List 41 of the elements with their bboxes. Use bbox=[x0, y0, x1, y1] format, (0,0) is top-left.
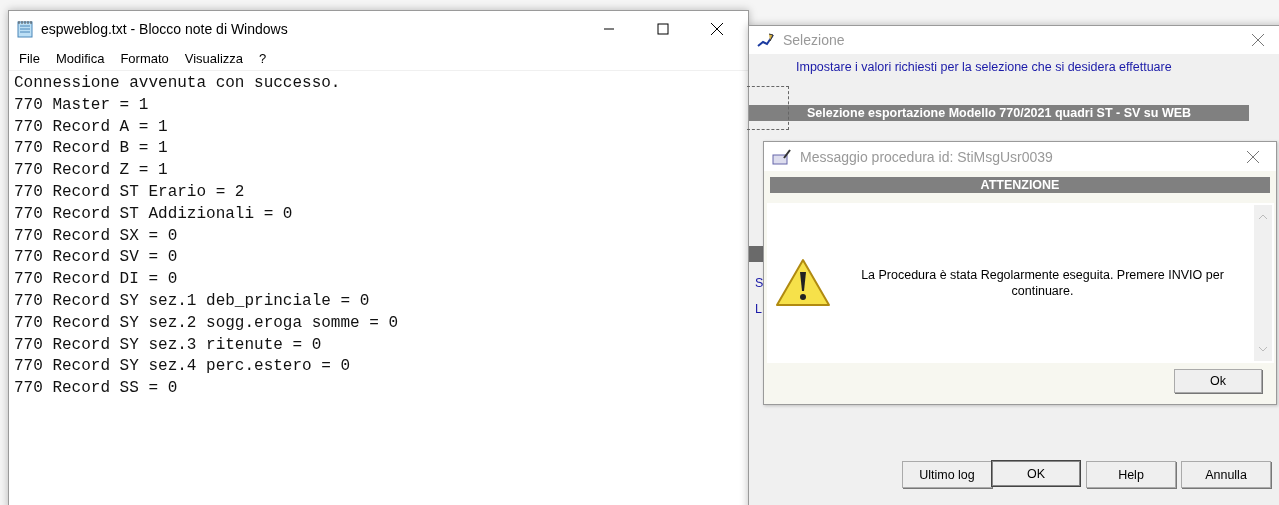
text-line: 770 Record Z = 1 bbox=[14, 160, 169, 182]
dialog-button[interactable]: OK bbox=[991, 460, 1081, 487]
scrollbar[interactable] bbox=[1254, 205, 1272, 361]
text-line: 770 Record B = 1 bbox=[14, 138, 169, 160]
text-line: 770 Master = 1 bbox=[14, 94, 150, 116]
dialog-button[interactable]: Ultimo log bbox=[902, 461, 992, 488]
window-title: Messaggio procedura id: StiMsgUsr0039 bbox=[800, 148, 1054, 165]
text-line: 770 Record SY sez.2 sogg.eroga somme = 0 bbox=[14, 312, 400, 334]
maximize-icon bbox=[657, 23, 669, 35]
close-icon[interactable] bbox=[1251, 33, 1265, 47]
text-line: 770 Record ST Addizionali = 0 bbox=[14, 203, 294, 225]
menu-item[interactable]: File bbox=[11, 51, 48, 66]
link-text[interactable]: S bbox=[755, 276, 764, 290]
window-title: Selezione bbox=[783, 32, 846, 48]
dialog-button[interactable]: Annulla bbox=[1181, 461, 1271, 488]
text-line: 770 Record SX = 0 bbox=[14, 225, 179, 247]
text-line: 770 Record ST Erario = 2 bbox=[14, 182, 246, 203]
close-icon bbox=[710, 22, 724, 36]
text-line: 770 Record SS = 0 bbox=[14, 378, 179, 400]
window-title: espweblog.txt - Blocco note di Windows bbox=[41, 21, 289, 37]
menu-item[interactable]: Visualizza bbox=[176, 51, 252, 66]
warning-icon bbox=[775, 258, 831, 308]
alert-header: ATTENZIONE bbox=[770, 177, 1270, 193]
dialog-button[interactable]: Help bbox=[1086, 461, 1176, 488]
close-icon[interactable] bbox=[1246, 149, 1260, 164]
menu-item[interactable]: Formato bbox=[112, 51, 177, 66]
text-line: 770 Record SV = 0 bbox=[14, 247, 179, 269]
menu-item[interactable]: Modifica bbox=[47, 51, 113, 66]
message-text: La Procedura è stata Regolarmente eseguita. Premere INVIO per continuare. bbox=[860, 267, 1225, 299]
text-line: 770 Record SY sez.3 ritenute = 0 bbox=[14, 334, 323, 356]
menu-item[interactable]: ? bbox=[251, 51, 275, 66]
text-line: Connessione avvenuta con successo. bbox=[14, 73, 342, 94]
text-line: 770 Record A = 1 bbox=[14, 116, 169, 138]
text-line: 770 Record DI = 0 bbox=[14, 269, 179, 291]
text-line: 770 Record SY sez.1 deb_princiale = 0 bbox=[14, 290, 371, 312]
notepad-icon bbox=[17, 20, 33, 38]
ok-button[interactable]: Ok bbox=[1174, 369, 1262, 393]
text-line: 770 Record SY sez.4 perc.estero = 0 bbox=[14, 356, 352, 378]
instruction-text: Impostare i valori richiesti per la selezione che si desidera effettuare bbox=[796, 60, 1172, 74]
link-text[interactable]: L bbox=[755, 302, 762, 316]
section-header: Selezione esportazione Modello 770/2021 quadri ST - SV su WEB bbox=[749, 105, 1249, 121]
